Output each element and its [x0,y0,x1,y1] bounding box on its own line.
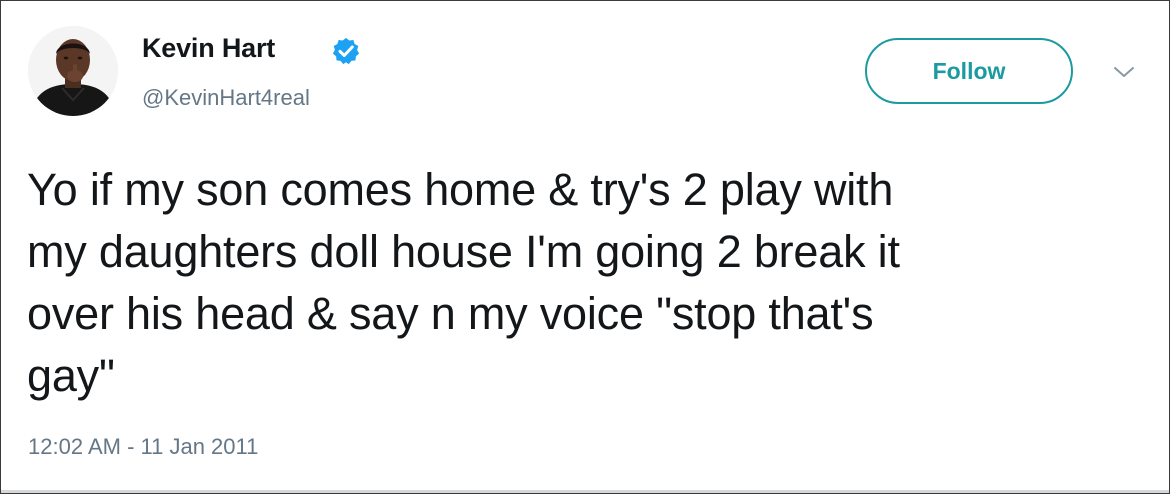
tweet-text: Yo if my son comes home & try's 2 play w… [27,164,900,401]
author-handle[interactable]: @KevinHart4real [142,85,310,111]
divider [1,490,1169,493]
verified-badge-icon [332,37,360,65]
author-name[interactable]: Kevin Hart [142,33,275,64]
tweet-timestamp[interactable]: 12:02 AM - 11 Jan 2011 [28,434,258,460]
chevron-down-icon[interactable] [1112,64,1136,80]
follow-button[interactable]: Follow [865,38,1073,104]
avatar[interactable] [28,26,118,116]
profile-photo-icon [28,26,118,116]
tweet-card: Kevin Hart @KevinHart4real Follow Yo if … [0,0,1170,494]
